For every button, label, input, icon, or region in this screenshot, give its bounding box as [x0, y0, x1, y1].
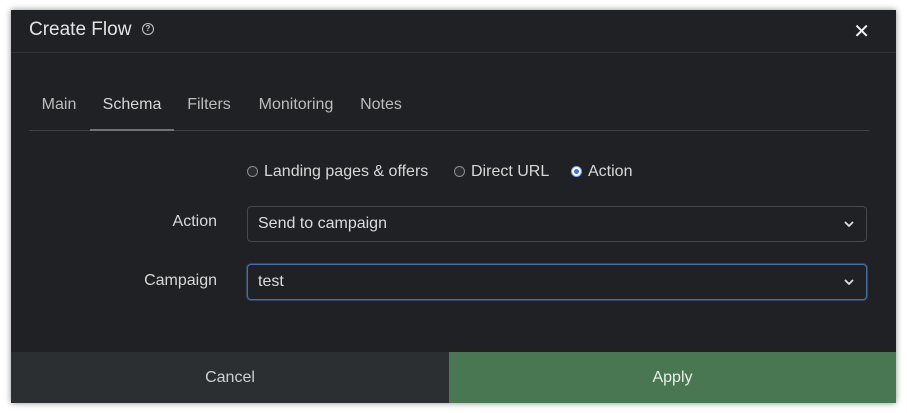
action-label: Action	[172, 213, 217, 230]
tab-main[interactable]: Main	[29, 86, 89, 129]
radio-button[interactable]	[247, 166, 258, 177]
cancel-button[interactable]: Cancel	[11, 352, 449, 403]
close-icon[interactable]: ✕	[853, 19, 870, 44]
dialog-header: Create Flow ? ✕	[11, 10, 896, 53]
apply-button[interactable]: Apply	[449, 352, 896, 403]
radio-label: Direct URL	[471, 163, 550, 180]
tab-filters[interactable]: Filters	[179, 86, 239, 129]
action-select[interactable]: Send to campaign	[247, 206, 867, 242]
radio-label: Landing pages & offers	[264, 163, 429, 180]
tab-bar: Main Schema Filters Monitoring Notes	[29, 86, 869, 131]
dialog-footer: Cancel Apply	[11, 352, 896, 403]
chevron-down-icon	[844, 221, 854, 227]
radio-label: Action	[588, 163, 633, 180]
tab-monitoring[interactable]: Monitoring	[251, 86, 341, 129]
radio-button[interactable]	[571, 166, 582, 177]
dialog-title: Create Flow	[29, 19, 132, 40]
radio-button[interactable]	[454, 166, 465, 177]
chevron-down-icon	[844, 279, 854, 285]
question-circle-icon[interactable]: ?	[142, 23, 154, 35]
campaign-select[interactable]: test	[247, 264, 867, 300]
tab-notes[interactable]: Notes	[353, 86, 409, 129]
create-flow-dialog: Create Flow ? ✕ Main Schema Filters Moni…	[11, 10, 896, 403]
campaign-select-value: test	[258, 273, 284, 290]
action-select-value: Send to campaign	[258, 215, 387, 232]
campaign-label: Campaign	[144, 272, 217, 289]
tab-schema[interactable]: Schema	[90, 86, 174, 131]
